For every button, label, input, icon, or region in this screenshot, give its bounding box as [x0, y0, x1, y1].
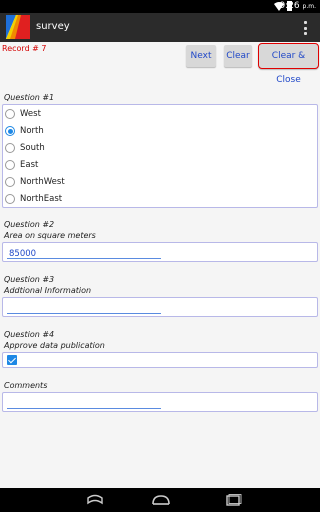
radio-button-selected[interactable] [5, 126, 15, 136]
approve-publication-checkbox[interactable] [7, 355, 17, 365]
app-logo-icon [6, 15, 30, 39]
comments-label: Comments [4, 381, 48, 390]
question-3-label: Question #3 [4, 275, 55, 284]
radio-option-northwest[interactable]: NorthWest [5, 174, 65, 190]
radio-button[interactable] [5, 177, 15, 187]
radio-label: West [20, 109, 41, 119]
question-2-label: Question #2 [4, 220, 55, 229]
record-label: Record # 7 [2, 44, 47, 53]
input-underline [7, 258, 161, 259]
radio-button[interactable] [5, 160, 15, 170]
radio-label: North [20, 126, 44, 136]
radio-label: NorthWest [20, 177, 65, 187]
radio-label: South [20, 143, 45, 153]
status-time-suffix: p.m. [302, 3, 316, 10]
next-button[interactable]: Next [186, 45, 216, 67]
radio-option-south[interactable]: South [5, 140, 45, 156]
input-underline [7, 408, 161, 409]
question-2-prompt: Area on square meters [4, 231, 96, 240]
radio-option-northeast[interactable]: NorthEast [5, 191, 62, 207]
clear-close-button[interactable]: Clear & Close [258, 43, 319, 85]
status-time: 9:26 p.m. [279, 1, 316, 11]
radio-option-west[interactable]: West [5, 106, 41, 122]
radio-label: East [20, 160, 39, 170]
question-1-radio-group: West North South East NorthWest NorthEas… [2, 104, 318, 208]
question-3-prompt: Addtional Information [4, 286, 92, 295]
additional-info-input[interactable] [2, 297, 318, 317]
radio-button[interactable] [5, 194, 15, 204]
radio-option-north[interactable]: North [5, 123, 44, 139]
home-icon[interactable] [150, 494, 172, 506]
question-1-label: Question #1 [4, 93, 55, 102]
status-time-value: 9:26 [279, 1, 300, 11]
overflow-menu-icon[interactable] [304, 21, 308, 35]
action-bar: survey [0, 13, 320, 42]
question-4-prompt: Approve data publication [4, 341, 105, 350]
area-input[interactable]: 85000 [2, 242, 318, 262]
comments-input[interactable] [2, 392, 318, 412]
app-title: survey [36, 21, 70, 32]
clear-button[interactable]: Clear [224, 45, 252, 67]
input-underline [7, 313, 161, 314]
navigation-bar [0, 488, 320, 512]
status-bar: 9:26 p.m. [0, 0, 320, 13]
radio-button[interactable] [5, 143, 15, 153]
question-4-label: Question #4 [4, 330, 55, 339]
radio-label: NorthEast [20, 194, 63, 204]
radio-option-east[interactable]: East [5, 157, 38, 173]
recents-icon[interactable] [222, 494, 244, 506]
back-icon[interactable] [84, 494, 106, 506]
approve-publication-row[interactable] [2, 352, 318, 368]
radio-button[interactable] [5, 109, 15, 119]
